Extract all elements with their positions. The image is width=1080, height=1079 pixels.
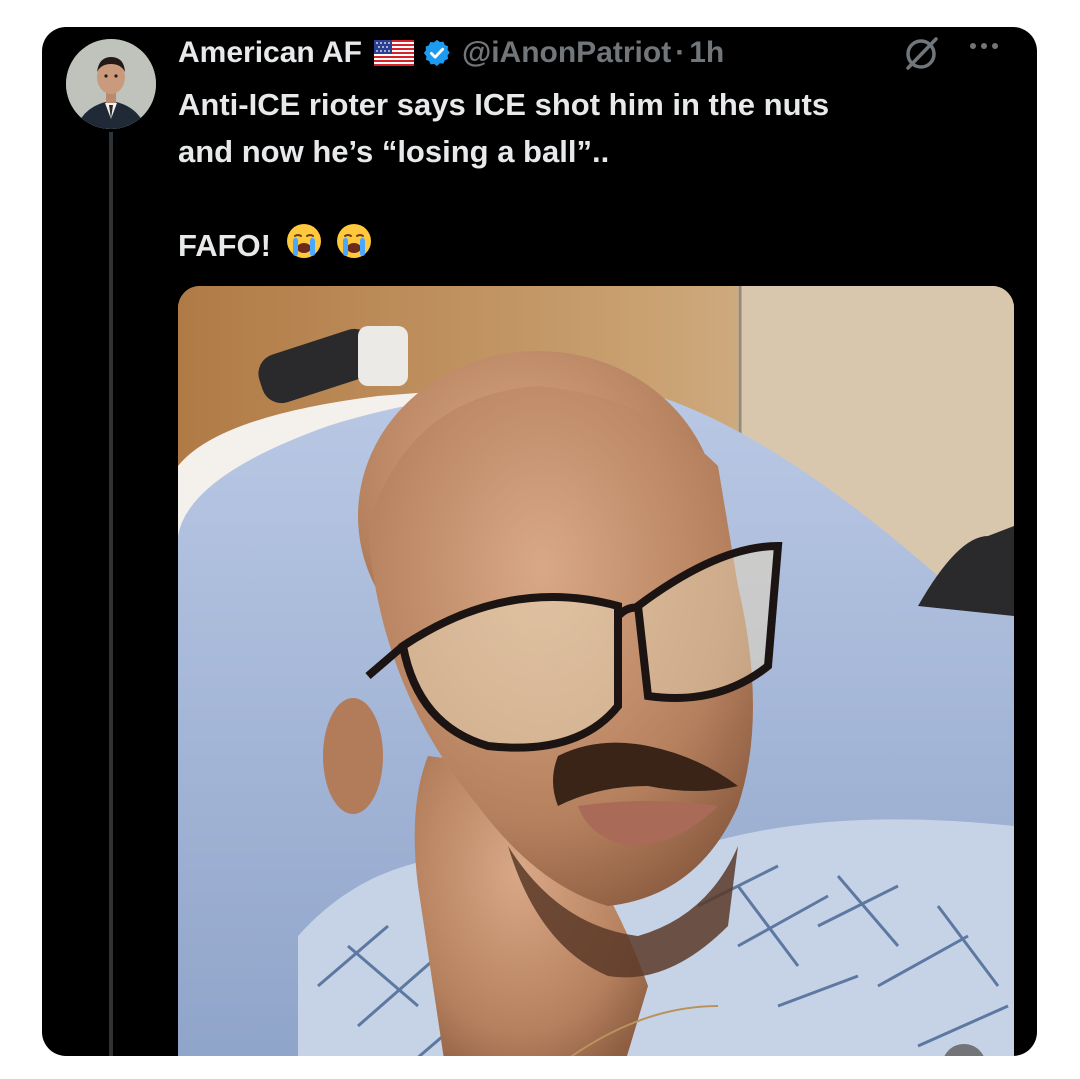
more-options-icon[interactable] bbox=[970, 43, 998, 49]
tweet-text-line: and now he’s “losing a ball”.. bbox=[178, 134, 610, 169]
display-name[interactable]: American AF bbox=[178, 36, 362, 70]
loudly-crying-face-icon bbox=[336, 223, 372, 272]
tweet-text: Anti-ICE rioter says ICE shot him in the… bbox=[178, 81, 998, 272]
tweet-card[interactable]: American AF @iAnonPatriot · 1h Anti-ICE … bbox=[42, 27, 1037, 1056]
separator-dot: · bbox=[675, 36, 686, 69]
tweet-video-thumbnail[interactable] bbox=[178, 286, 1014, 1056]
loudly-crying-face-icon bbox=[286, 223, 322, 272]
handle[interactable]: @iAnonPatriot bbox=[462, 36, 671, 70]
thread-line bbox=[109, 132, 113, 1056]
avatar-portrait-image bbox=[66, 39, 156, 129]
avatar[interactable] bbox=[66, 39, 156, 129]
video-frame-image bbox=[178, 286, 1014, 1056]
fafo-text: FAFO! bbox=[178, 228, 271, 263]
tweet-text-line: Anti-ICE rioter says ICE shot him in the… bbox=[178, 87, 830, 122]
us-flag-icon bbox=[373, 40, 414, 66]
timestamp[interactable]: 1h bbox=[689, 36, 724, 70]
verified-badge-icon bbox=[422, 38, 452, 68]
grok-icon[interactable] bbox=[902, 35, 940, 73]
tweet-text-line-fafo: FAFO! bbox=[178, 222, 998, 272]
tweet-header: American AF @iAnonPatriot · 1h bbox=[178, 35, 724, 71]
